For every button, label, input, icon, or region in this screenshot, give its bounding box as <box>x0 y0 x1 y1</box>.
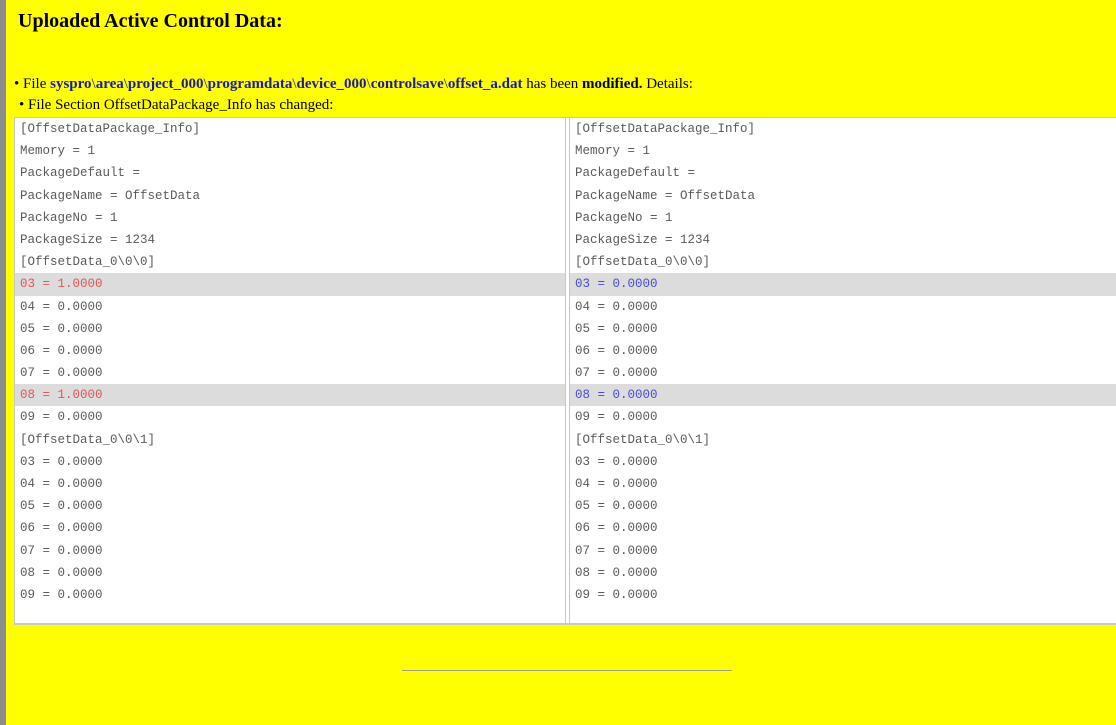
path-segment: programdata <box>207 76 293 92</box>
file-path: syspro\area\project_000\programdata\devi… <box>50 76 522 92</box>
diff-line: 09 = 0.0000 <box>20 410 103 425</box>
diff-line: 06 = 0.0000 <box>20 521 103 536</box>
path-segment: device_000 <box>296 76 367 92</box>
path-segment: syspro <box>50 76 92 92</box>
diff-line-changed: 08 = 0.0000 <box>570 384 1116 407</box>
diff-line: 07 = 0.0000 <box>20 543 103 558</box>
diff-line: [OffsetData_0\0\1] <box>20 432 156 447</box>
path-segment: area <box>95 76 124 92</box>
diff-pane-old: [OffsetDataPackage_Info] Memory = 1 Packag… <box>14 118 566 623</box>
page-title: Uploaded Active Control Data: <box>18 10 283 32</box>
diff-line: Memory = 1 <box>575 144 651 159</box>
diff-line: PackageNo = 1 <box>20 210 118 225</box>
diff-line: [OffsetDataPackage_Info] <box>20 122 201 136</box>
diff-line: 04 = 0.0000 <box>20 477 103 491</box>
diff-viewer: [OffsetDataPackage_Info] Memory = 1 Packag… <box>14 117 1116 625</box>
diff-line: 04 = 0.0000 <box>575 299 658 314</box>
diff-line: [OffsetData_0\0\0] <box>20 255 156 270</box>
diff-line: PackageDefault = <box>575 166 696 181</box>
details-label: Details: <box>646 76 693 92</box>
diff-line: 07 = 0.0000 <box>575 366 658 381</box>
diff-line: 06 = 0.0000 <box>575 343 658 358</box>
path-segment: controlsave <box>370 76 444 92</box>
diff-line: [OffsetData_0\0\1] <box>575 432 711 447</box>
diff-line: 06 = 0.0000 <box>575 521 658 536</box>
diff-line: PackageSize = 1234 <box>575 232 711 247</box>
diff-line: [OffsetDataPackage_Info] <box>575 122 756 136</box>
diff-line: 08 = 0.0000 <box>575 565 658 580</box>
diff-line: 09 = 0.0000 <box>20 587 103 602</box>
file-modified-line: • File syspro\area\project_000\programda… <box>14 76 693 93</box>
diff-line: 08 = 0.0000 <box>20 565 103 580</box>
diff-line: 03 = 0.0000 <box>20 454 103 469</box>
left-border-bar <box>0 0 6 725</box>
diff-line: [OffsetData_0\0\0] <box>575 255 711 270</box>
diff-line: Memory = 1 <box>20 144 96 159</box>
diff-line: 05 = 0.0000 <box>20 499 103 514</box>
bullet: • <box>14 76 20 92</box>
path-segment: project_000 <box>127 76 204 92</box>
diff-line: 07 = 0.0000 <box>20 366 103 381</box>
diff-line: 05 = 0.0000 <box>20 321 103 336</box>
diff-line: PackageDefault = <box>20 166 141 181</box>
horizontal-rule <box>402 670 732 672</box>
file-label: File <box>23 76 47 92</box>
section-changed-line: • File Section OffsetDataPackage_Info ha… <box>19 97 334 113</box>
diff-pane-new: [OffsetDataPackage_Info] Memory = 1 Packag… <box>569 118 1116 623</box>
diff-line: 09 = 0.0000 <box>575 587 658 602</box>
diff-line: 05 = 0.0000 <box>575 321 658 336</box>
path-segment: offset_a.dat <box>447 76 523 92</box>
diff-line: PackageNo = 1 <box>575 210 673 225</box>
diff-line-changed: 03 = 1.0000 <box>15 273 565 296</box>
diff-line: 09 = 0.0000 <box>575 410 658 425</box>
diff-line: 05 = 0.0000 <box>575 499 658 514</box>
diff-line-changed: 08 = 1.0000 <box>15 384 565 407</box>
diff-line: PackageName = OffsetData <box>20 188 201 203</box>
diff-line: 04 = 0.0000 <box>20 299 103 314</box>
modified-status: modified. <box>582 76 643 92</box>
diff-line: 07 = 0.0000 <box>575 543 658 558</box>
diff-line: PackageSize = 1234 <box>20 232 156 247</box>
diff-line-changed: 03 = 0.0000 <box>570 273 1116 296</box>
diff-line: 04 = 0.0000 <box>575 477 658 491</box>
has-been-text: has been <box>526 76 579 92</box>
diff-line: PackageName = OffsetData <box>575 188 756 203</box>
diff-line: 03 = 0.0000 <box>575 454 658 469</box>
diff-line: 06 = 0.0000 <box>20 343 103 358</box>
